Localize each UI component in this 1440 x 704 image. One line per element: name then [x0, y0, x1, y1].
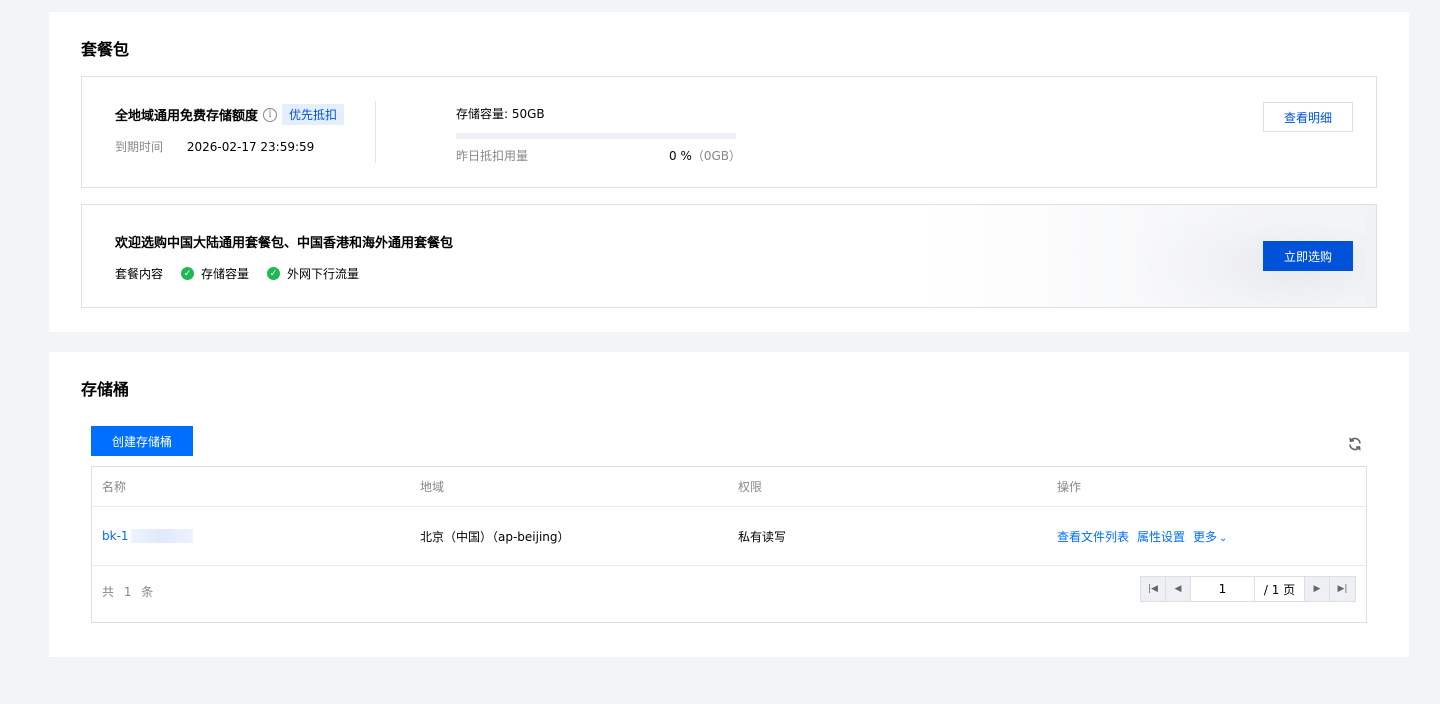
promo-item-label: 存储容量	[201, 267, 250, 281]
usage-percent: 0 %	[669, 149, 692, 163]
expire-label: 到期时间	[115, 140, 164, 154]
view-details-button[interactable]: 查看明细	[1263, 102, 1353, 132]
bucket-card: 存储桶 创建存储桶 名称 地域 权限 操作 bk-1 北京（中国）（ap-bei…	[49, 352, 1409, 657]
check-circle-icon: ✓	[267, 267, 281, 280]
pagination: |◀ ◀ / 1 页 ▶ ▶|	[1140, 576, 1356, 602]
create-bucket-button[interactable]: 创建存储桶	[91, 426, 193, 456]
promo-item: ✓ 外网下行流量	[267, 265, 359, 282]
refresh-icon[interactable]	[1347, 436, 1363, 452]
divider	[375, 101, 376, 163]
promo-item: ✓ 存储容量	[181, 265, 249, 282]
prev-page-icon[interactable]: ◀	[1166, 577, 1191, 601]
table-header: 名称 地域 权限 操作	[92, 467, 1366, 507]
promo-item-label: 外网下行流量	[287, 267, 360, 281]
more-label: 更多	[1193, 529, 1218, 544]
check-circle-icon: ✓	[181, 267, 195, 280]
capacity-label: 存储容量: 50GB	[456, 107, 545, 121]
bucket-name-cell: bk-1	[92, 529, 410, 544]
usage-value: 0 %（0GB）	[669, 147, 741, 164]
chevron-down-icon: ⌄	[1219, 532, 1228, 544]
column-header-region: 地域	[420, 480, 445, 494]
promo-box: 欢迎选购中国大陆通用套餐包、中国香港和海外通用套餐包 套餐内容 ✓ 存储容量 ✓…	[81, 204, 1377, 308]
property-settings-link[interactable]: 属性设置	[1137, 528, 1185, 545]
priority-tag: 优先抵扣	[282, 104, 345, 125]
masked-text	[130, 529, 193, 544]
page-number-input[interactable]	[1191, 577, 1255, 601]
package-plan-box: 全地域通用免费存储额度 i 优先抵扣 到期时间 2026-02-17 23:59…	[81, 76, 1377, 188]
promo-content-label: 套餐内容	[115, 267, 164, 281]
bucket-table: 名称 地域 权限 操作 bk-1 北京（中国）（ap-beijing） 私有读写…	[91, 466, 1367, 623]
next-page-icon[interactable]: ▶	[1305, 577, 1330, 601]
column-header-actions: 操作	[1057, 480, 1082, 494]
total-pages: / 1 页	[1255, 577, 1305, 601]
bucket-name-link[interactable]: bk-1	[102, 529, 129, 543]
promo-title: 欢迎选购中国大陆通用套餐包、中国香港和海外通用套餐包	[115, 236, 454, 251]
column-header-permission: 权限	[738, 480, 763, 494]
usage-progress-bar	[456, 133, 736, 139]
buy-now-button[interactable]: 立即选购	[1263, 241, 1353, 271]
expire-row: 到期时间 2026-02-17 23:59:59	[115, 138, 314, 155]
promo-items: 套餐内容 ✓ 存储容量 ✓ 外网下行流量	[115, 265, 377, 282]
view-file-list-link[interactable]: 查看文件列表	[1057, 528, 1129, 545]
first-page-icon[interactable]: |◀	[1141, 577, 1166, 601]
column-header-name: 名称	[102, 480, 127, 494]
table-row: bk-1 北京（中国）（ap-beijing） 私有读写 查看文件列表 属性设置…	[92, 507, 1366, 566]
plan-name: 全地域通用免费存储额度	[115, 109, 259, 124]
permission-cell: 私有读写	[738, 529, 787, 544]
more-dropdown[interactable]: 更多 ⌄	[1193, 528, 1227, 545]
actions-cell: 查看文件列表 属性设置 更多 ⌄	[1047, 528, 1366, 545]
info-icon[interactable]: i	[263, 107, 278, 122]
region-cell: 北京（中国）（ap-beijing）	[420, 529, 570, 544]
bucket-section-title: 存储桶	[81, 380, 130, 399]
last-page-icon[interactable]: ▶|	[1330, 577, 1355, 601]
table-footer: 共 1 条 |◀ ◀ / 1 页 ▶ ▶|	[92, 566, 1366, 622]
total-count: 共 1 条	[102, 585, 157, 599]
usage-gb: （0GB）	[691, 149, 742, 163]
package-card: 套餐包 全地域通用免费存储额度 i 优先抵扣 到期时间 2026-02-17 2…	[49, 12, 1409, 332]
package-section-title: 套餐包	[81, 40, 130, 59]
expire-value: 2026-02-17 23:59:59	[186, 140, 315, 154]
usage-label: 昨日抵扣用量	[456, 149, 529, 163]
plan-name-row: 全地域通用免费存储额度 i 优先抵扣	[115, 104, 345, 125]
